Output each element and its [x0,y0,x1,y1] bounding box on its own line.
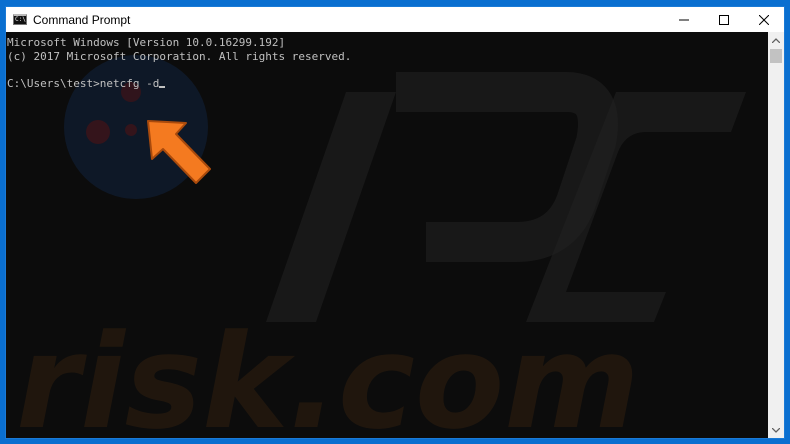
watermark-logo: risk.com [16,55,746,438]
title-bar[interactable]: C:\ Command Prompt [6,7,784,32]
window-controls [664,7,784,32]
scroll-down-button[interactable] [768,422,784,438]
watermark-text: risk.com [16,306,640,438]
command-prompt-window: C:\ Command Prompt risk.com Microsoft Wi… [5,6,785,439]
console-output: Microsoft Windows [Version 10.0.16299.19… [7,36,351,90]
maximize-icon [719,14,729,25]
close-icon [759,14,769,25]
window-title: Command Prompt [33,12,131,27]
scroll-thumb[interactable] [770,49,782,63]
minimize-icon [679,19,689,20]
console-area[interactable]: risk.com Microsoft Windows [Version 10.0… [6,32,768,438]
maximize-button[interactable] [704,7,744,32]
console-command: C:\Users\test>netcfg -d [7,76,160,90]
cmd-icon[interactable]: C:\ [13,14,27,25]
console-line: Microsoft Windows [Version 10.0.16299.19… [7,36,286,49]
chevron-up-icon [772,37,780,43]
pointer-arrow-icon [147,120,211,184]
chevron-down-icon [772,427,780,433]
console-line: (c) 2017 Microsoft Corporation. All righ… [7,49,352,63]
vertical-scrollbar[interactable] [768,32,784,438]
console-prompt-line: C:\Users\test>netcfg -d [7,77,351,91]
scroll-up-button[interactable] [768,32,784,48]
minimize-button[interactable] [664,7,704,32]
close-button[interactable] [744,7,784,32]
text-cursor [159,85,166,88]
